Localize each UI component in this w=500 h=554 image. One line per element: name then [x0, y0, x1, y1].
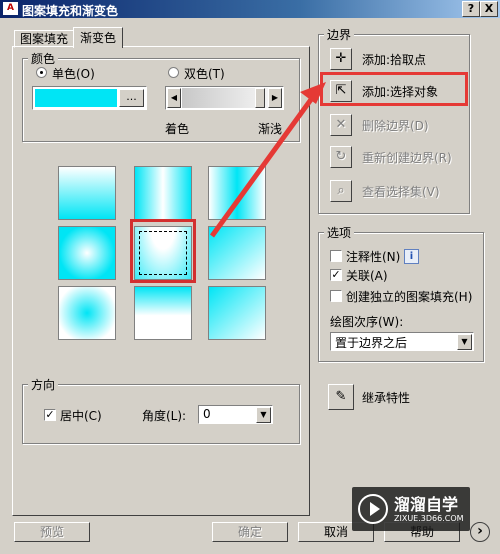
tab-gradient[interactable]: 渐变色	[73, 27, 123, 48]
annotation-arrow-layer	[209, 82, 326, 238]
annotation-arrow-head	[300, 82, 326, 104]
annotation-arrow-shaft	[209, 92, 318, 238]
